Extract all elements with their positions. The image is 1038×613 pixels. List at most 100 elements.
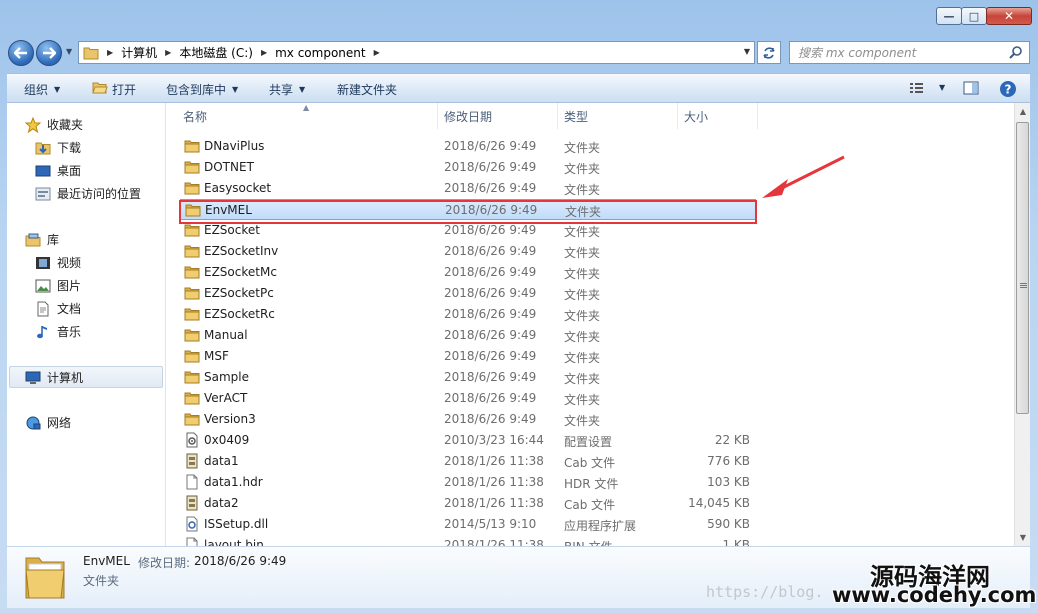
file-row[interactable]: DNaviPlus 2018/6/26 9:49 文件夹	[180, 136, 756, 157]
file-row[interactable]: data2 2018/1/26 11:38 Cab 文件 14,045 KB	[180, 493, 756, 514]
file-row[interactable]: Manual 2018/6/26 9:49 文件夹	[180, 325, 756, 346]
new-folder-button[interactable]: 新建文件夹	[337, 81, 397, 98]
file-date: 2018/6/26 9:49	[444, 181, 537, 195]
file-row[interactable]: 0x0409 2010/3/23 16:44 配置设置 22 KB	[180, 430, 756, 451]
column-header-name[interactable]: 名称	[166, 103, 438, 129]
nav-item-videos[interactable]: 视频	[35, 254, 81, 271]
open-folder-icon	[92, 82, 108, 94]
nav-label: 计算机	[47, 371, 84, 385]
chevron-right-icon[interactable]: ▶	[107, 48, 113, 57]
file-size: 776 KB	[707, 454, 750, 468]
nav-item-recent-places[interactable]: 最近访问的位置	[35, 185, 141, 202]
file-name: data1.hdr	[204, 475, 263, 489]
search-box[interactable]	[789, 41, 1030, 64]
nav-item-pictures[interactable]: 图片	[35, 277, 81, 294]
file-row[interactable]: DOTNET 2018/6/26 9:49 文件夹	[180, 157, 756, 178]
scroll-down-icon[interactable]: ▼	[1015, 529, 1031, 546]
scroll-thumb[interactable]	[1016, 122, 1029, 414]
scroll-up-icon[interactable]: ▲	[1015, 103, 1031, 120]
nav-item-documents[interactable]: 文档	[35, 300, 81, 317]
refresh-button[interactable]	[757, 41, 781, 64]
folder-icon	[184, 180, 200, 196]
file-list: ▲ 名称 修改日期 类型 大小 DNaviPlus 2018/6/26 9:49 文…	[166, 103, 1014, 546]
folder-icon	[184, 222, 200, 238]
dll-icon	[184, 516, 200, 532]
file-row[interactable]: layout.bin 2018/1/26 11:38 BIN 文件 1 KB	[180, 535, 756, 546]
folder-icon	[184, 348, 200, 364]
file-row[interactable]: EZSocketRc 2018/6/26 9:49 文件夹	[180, 304, 756, 325]
nav-item-music[interactable]: 音乐	[35, 323, 81, 340]
maximize-button[interactable]: □	[961, 7, 987, 25]
folder-icon	[184, 285, 200, 301]
address-bar[interactable]: ▶ 计算机 ▶ 本地磁盘 (C:) ▶ mx component ▶ ▼	[78, 41, 755, 64]
column-header-type[interactable]: 类型	[558, 103, 678, 129]
back-button[interactable]	[8, 40, 34, 66]
document-icon	[35, 301, 51, 317]
modified-date-label: 修改日期:	[138, 556, 191, 570]
nav-item-downloads[interactable]: 下载	[35, 139, 81, 156]
folder-icon	[184, 390, 200, 406]
file-name: ISSetup.dll	[204, 517, 269, 531]
minimize-button[interactable]: —	[936, 7, 962, 25]
breadcrumb-mx-component[interactable]: mx component	[275, 46, 366, 60]
file-row[interactable]: data1 2018/1/26 11:38 Cab 文件 776 KB	[180, 451, 756, 472]
file-name: data2	[204, 496, 239, 510]
file-size: 22 KB	[714, 433, 750, 447]
column-header-size[interactable]: 大小	[678, 103, 758, 129]
file-row[interactable]: EZSocketInv 2018/6/26 9:49 文件夹	[180, 241, 756, 262]
view-options-icon[interactable]	[909, 80, 927, 96]
library-icon	[25, 232, 41, 248]
close-button[interactable]: ✕	[986, 7, 1032, 25]
organize-menu[interactable]: 组织 ▼	[24, 81, 60, 98]
nav-label: 下载	[57, 141, 82, 155]
chevron-down-icon: ▼	[299, 85, 306, 94]
vertical-scrollbar[interactable]: ▲ ▼	[1014, 103, 1030, 546]
file-row[interactable]: MSF 2018/6/26 9:49 文件夹	[180, 346, 756, 367]
music-note-icon	[35, 324, 51, 340]
nav-item-computer[interactable]: 计算机	[25, 369, 83, 386]
file-row[interactable]: Version3 2018/6/26 9:49 文件夹	[180, 409, 756, 430]
file-row[interactable]: data1.hdr 2018/1/26 11:38 HDR 文件 103 KB	[180, 472, 756, 493]
file-row[interactable]: VerACT 2018/6/26 9:49 文件夹	[180, 388, 756, 409]
breadcrumb-local-disk[interactable]: 本地磁盘 (C:)	[179, 44, 253, 61]
file-row[interactable]: Easysocket 2018/6/26 9:49 文件夹	[180, 178, 756, 199]
share-label: 共享	[269, 83, 294, 97]
file-size: 103 KB	[707, 475, 750, 489]
nav-item-favorites[interactable]: 收藏夹	[25, 116, 83, 133]
breadcrumb-computer[interactable]: 计算机	[121, 44, 157, 61]
nav-item-libraries[interactable]: 库	[25, 231, 59, 248]
forward-button[interactable]	[36, 40, 62, 66]
file-name: data1	[204, 454, 239, 468]
view-options-dropdown[interactable]: ▼	[933, 83, 945, 92]
folder-icon	[184, 138, 200, 154]
chevron-right-icon[interactable]: ▶	[374, 48, 380, 57]
chevron-right-icon[interactable]: ▶	[165, 48, 171, 57]
preview-pane-icon[interactable]	[963, 80, 979, 96]
address-history-dropdown[interactable]: ▼	[744, 47, 750, 56]
nav-item-desktop[interactable]: 桌面	[35, 162, 81, 179]
file-type: 文件夹	[564, 414, 601, 428]
nav-label: 桌面	[57, 164, 82, 178]
chevron-right-icon[interactable]: ▶	[261, 48, 267, 57]
file-row[interactable]: Sample 2018/6/26 9:49 文件夹	[180, 367, 756, 388]
file-row[interactable]: EZSocketPc 2018/6/26 9:49 文件夹	[180, 283, 756, 304]
help-icon[interactable]: ?	[999, 80, 1017, 98]
file-date: 2018/6/26 9:49	[444, 160, 537, 174]
file-date: 2018/1/26 11:38	[444, 538, 544, 546]
open-button[interactable]: 打开	[112, 81, 136, 98]
annotation-arrow-icon	[762, 155, 845, 198]
nav-item-network[interactable]: 网络	[25, 414, 71, 431]
column-header-date[interactable]: 修改日期	[438, 103, 558, 129]
nav-label: 音乐	[57, 325, 82, 339]
share-menu[interactable]: 共享 ▼	[269, 81, 305, 98]
include-in-library-menu[interactable]: 包含到库中 ▼	[166, 81, 238, 98]
folder-icon	[184, 306, 200, 322]
file-row[interactable]: ISSetup.dll 2014/5/13 9:10 应用程序扩展 590 KB	[180, 514, 756, 535]
file-date: 2018/6/26 9:49	[444, 223, 537, 237]
search-icon[interactable]	[1009, 45, 1023, 59]
file-date: 2018/6/26 9:49	[444, 265, 537, 279]
file-name: EZSocketPc	[204, 286, 274, 300]
recent-pages-dropdown[interactable]: ▼	[66, 47, 72, 56]
file-row[interactable]: EZSocketMc 2018/6/26 9:49 文件夹	[180, 262, 756, 283]
search-input[interactable]	[796, 44, 1010, 61]
